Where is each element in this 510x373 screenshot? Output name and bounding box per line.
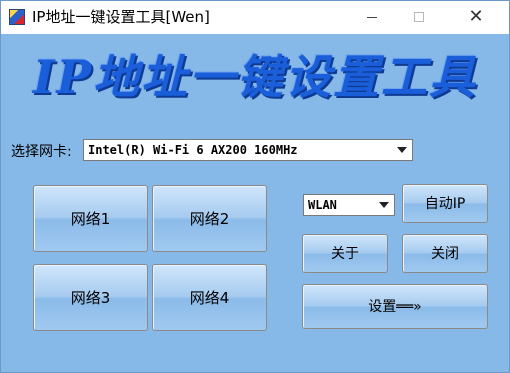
- nic-dropdown-button[interactable]: [392, 140, 412, 160]
- network-1-label: 网络1: [70, 209, 111, 228]
- minimize-icon: [367, 16, 377, 18]
- network-3-label: 网络3: [70, 288, 111, 307]
- chevron-down-icon: [379, 202, 389, 208]
- title-bar[interactable]: IP地址一键设置工具[Wen] ✕: [1, 1, 509, 34]
- about-label: 关于: [331, 245, 359, 262]
- minimize-button[interactable]: [349, 1, 395, 33]
- close-label: 关闭: [431, 245, 459, 262]
- maximize-button[interactable]: [396, 1, 442, 33]
- app-banner: IP地址一键设置工具: [32, 50, 478, 104]
- settings-button[interactable]: 设置══»: [302, 284, 488, 329]
- network-1-button[interactable]: 网络1: [33, 185, 148, 252]
- maximize-icon: [414, 12, 424, 22]
- auto-ip-label: 自动IP: [424, 195, 466, 212]
- network-3-button[interactable]: 网络3: [33, 264, 148, 331]
- chevron-down-icon: [397, 147, 407, 153]
- network-2-label: 网络2: [189, 209, 230, 228]
- about-button[interactable]: 关于: [302, 234, 388, 273]
- nic-select-value: Intel(R) Wi-Fi 6 AX200 160MHz: [88, 143, 298, 157]
- app-icon: [9, 9, 25, 25]
- close-window-button[interactable]: ✕: [453, 1, 499, 33]
- network-4-label: 网络4: [189, 288, 230, 307]
- network-4-button[interactable]: 网络4: [152, 264, 267, 331]
- network-2-button[interactable]: 网络2: [152, 185, 267, 252]
- interface-select-value: WLAN: [308, 198, 337, 212]
- nic-select[interactable]: Intel(R) Wi-Fi 6 AX200 160MHz: [83, 139, 413, 161]
- auto-ip-button[interactable]: 自动IP: [402, 184, 488, 223]
- interface-dropdown-button[interactable]: [374, 195, 394, 215]
- close-button[interactable]: 关闭: [402, 234, 488, 273]
- close-icon: ✕: [468, 6, 484, 27]
- app-window: IP地址一键设置工具[Wen] ✕ IP地址一键设置工具 选择网卡: Intel…: [0, 0, 510, 373]
- interface-select[interactable]: WLAN: [303, 194, 395, 216]
- settings-label: 设置══»: [368, 298, 422, 315]
- nic-label: 选择网卡:: [11, 144, 72, 160]
- window-title: IP地址一键设置工具[Wen]: [32, 8, 210, 26]
